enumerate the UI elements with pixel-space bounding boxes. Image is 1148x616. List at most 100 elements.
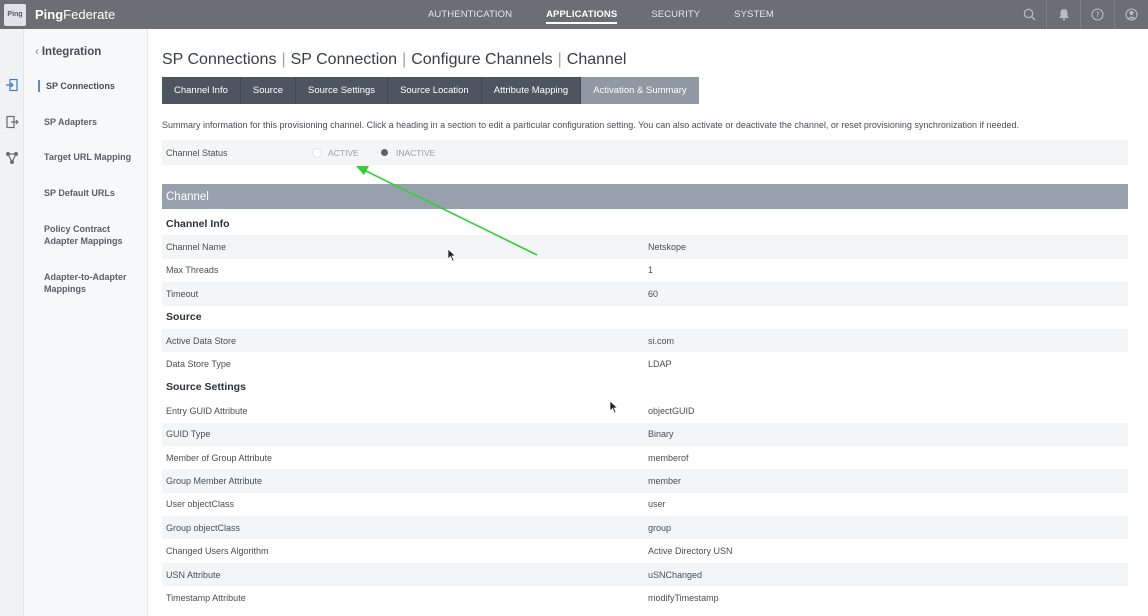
row-key: GUID Type bbox=[166, 429, 211, 440]
row-key: Entry GUID Attribute bbox=[166, 405, 248, 416]
sidebar-back-link[interactable]: ‹ Integration bbox=[35, 46, 101, 58]
row-value: member bbox=[648, 475, 682, 486]
row-value: 60 bbox=[648, 288, 659, 299]
ping-logo[interactable]: Ping bbox=[4, 3, 26, 26]
table-row: Entry GUID Attribute objectGUID bbox=[162, 399, 1128, 422]
section-heading-text: Source Settings bbox=[166, 381, 246, 394]
row-value: Binary bbox=[648, 429, 674, 440]
table-row: GUID Type Binary bbox=[162, 422, 1128, 446]
row-value: si.com bbox=[648, 335, 675, 346]
chevron-left-icon: ‹ bbox=[35, 46, 39, 58]
tab-source-settings[interactable]: Source Settings bbox=[295, 77, 389, 104]
table-row: Max Threads 1 bbox=[162, 259, 1128, 282]
sidebar-item-sp-default-urls[interactable]: SP Default URLs bbox=[44, 187, 144, 199]
breadcrumb-separator: | bbox=[281, 51, 286, 68]
table-row: Active Data Store si.com bbox=[162, 328, 1128, 353]
table-row: Group objectClass group bbox=[162, 516, 1128, 540]
sidebar-item-sp-adapters[interactable]: SP Adapters bbox=[44, 116, 144, 128]
row-key: Timeout bbox=[166, 288, 199, 299]
summary-description: Summary information for this provisionin… bbox=[162, 120, 1019, 130]
sidebar-item-adapter-to-adapter-mappings[interactable]: Adapter-to-Adapter Mappings bbox=[44, 271, 144, 295]
tab-activation-summary[interactable]: Activation & Summary bbox=[581, 77, 699, 104]
row-value: memberof bbox=[648, 452, 689, 463]
row-value: uSNChanged bbox=[648, 569, 703, 580]
tab-attribute-mapping[interactable]: Attribute Mapping bbox=[481, 77, 582, 104]
svg-text:?: ? bbox=[1095, 10, 1099, 19]
table-row: Group Member Attribute member bbox=[162, 469, 1128, 493]
mouse-cursor-icon bbox=[447, 248, 457, 262]
radio-active[interactable]: ACTIVE bbox=[312, 147, 359, 158]
breadcrumb-sp-connection[interactable]: SP Connection bbox=[291, 51, 397, 68]
brand-bold: Ping bbox=[35, 7, 64, 22]
row-key: Channel Name bbox=[166, 242, 227, 253]
top-icons: ? bbox=[1012, 0, 1148, 29]
tab-source-location[interactable]: Source Location bbox=[388, 77, 482, 104]
sidebar-item-sp-connections[interactable]: SP Connections bbox=[38, 80, 138, 92]
row-value: Active Directory USN bbox=[648, 546, 733, 557]
sign-in-icon[interactable] bbox=[4, 77, 20, 93]
brand-rest: Federate bbox=[63, 7, 116, 22]
nav-system[interactable]: SYSTEM bbox=[734, 9, 774, 20]
section-heading-channel-info[interactable]: Channel Info bbox=[162, 212, 1128, 235]
row-key: Group Member Attribute bbox=[166, 475, 263, 486]
radio-inactive-label: INACTIVE bbox=[396, 147, 436, 158]
channel-status-label: Channel Status bbox=[166, 147, 228, 158]
row-value: Netskope bbox=[648, 242, 687, 253]
row-key: Group objectClass bbox=[166, 522, 241, 533]
row-value: objectGUID bbox=[648, 405, 695, 416]
sidebar-item-policy-contract-adapter-mappings[interactable]: Policy Contract Adapter Mappings bbox=[44, 223, 144, 247]
bell-icon[interactable] bbox=[1046, 0, 1080, 29]
breadcrumb-separator: | bbox=[402, 51, 407, 68]
breadcrumb-sp-connections[interactable]: SP Connections bbox=[162, 51, 276, 68]
row-value: user bbox=[648, 499, 666, 510]
wizard-tabs: Channel Info Source Source Settings Sour… bbox=[162, 77, 699, 104]
help-icon[interactable]: ? bbox=[1080, 0, 1114, 29]
search-icon[interactable] bbox=[1012, 0, 1046, 29]
tab-channel-info[interactable]: Channel Info bbox=[162, 77, 241, 104]
row-key: Changed Users Algorithm bbox=[166, 546, 269, 557]
nav-security[interactable]: SECURITY bbox=[651, 9, 700, 20]
row-value: group bbox=[648, 522, 672, 533]
table-row: Timeout 60 bbox=[162, 282, 1128, 306]
row-key: Member of Group Attribute bbox=[166, 452, 273, 463]
brand-name: PingFederate bbox=[35, 7, 115, 22]
nav-applications[interactable]: APPLICATIONS bbox=[546, 9, 618, 24]
radio-inactive[interactable]: INACTIVE bbox=[381, 148, 435, 158]
breadcrumb: SP Connections | SP Connection | Configure C… bbox=[162, 51, 626, 69]
row-key: USN Attribute bbox=[166, 569, 221, 580]
table-row: Changed Users Algorithm Active Directory … bbox=[162, 539, 1128, 562]
row-key: Active Data Store bbox=[166, 335, 237, 346]
section-heading-text: Channel Info bbox=[166, 217, 230, 230]
section-heading-source-settings[interactable]: Source Settings bbox=[162, 376, 1128, 399]
sidebar: ‹ Integration SP Connections SP Adapters … bbox=[24, 29, 148, 616]
section-heading-source[interactable]: Source bbox=[162, 306, 1128, 329]
sign-out-icon[interactable] bbox=[4, 114, 20, 130]
radio-active-circle[interactable] bbox=[312, 147, 322, 158]
left-rail bbox=[0, 29, 24, 616]
user-icon[interactable] bbox=[1114, 0, 1148, 29]
tab-source[interactable]: Source bbox=[240, 77, 296, 104]
network-icon[interactable] bbox=[4, 150, 20, 166]
section-header-channel[interactable]: Channel bbox=[162, 184, 1128, 209]
row-value: 1 bbox=[648, 265, 654, 276]
breadcrumb-separator: | bbox=[557, 51, 562, 68]
logo-text: Ping bbox=[7, 11, 23, 18]
summary-table: Channel Info Channel Name Netskope Max Th… bbox=[162, 212, 1128, 610]
row-key: Timestamp Attribute bbox=[166, 592, 246, 603]
nav-authentication[interactable]: AUTHENTICATION bbox=[428, 9, 512, 20]
table-row: Channel Name Netskope bbox=[162, 235, 1128, 259]
row-value: LDAP bbox=[648, 359, 672, 370]
radio-inactive-circle[interactable] bbox=[381, 149, 388, 156]
sidebar-item-target-url-mapping[interactable]: Target URL Mapping bbox=[44, 151, 144, 163]
table-row: Data Store Type LDAP bbox=[162, 352, 1128, 375]
breadcrumb-channel: Channel bbox=[566, 51, 627, 68]
table-row: Timestamp Attribute modifyTimestamp bbox=[162, 586, 1128, 609]
row-key: User objectClass bbox=[166, 499, 235, 510]
row-key: Data Store Type bbox=[166, 359, 231, 370]
channel-status-row: Channel Status ACTIVE INACTIVE bbox=[162, 140, 1128, 165]
table-row: USN Attribute uSNChanged bbox=[162, 562, 1128, 587]
top-bar: Ping PingFederate AUTHENTICATION APPLICA… bbox=[0, 0, 1148, 29]
table-row: Member of Group Attribute memberof bbox=[162, 446, 1128, 469]
breadcrumb-configure-channels[interactable]: Configure Channels bbox=[411, 51, 552, 68]
main-nav: AUTHENTICATION APPLICATIONS SECURITY SYS… bbox=[428, 0, 808, 29]
